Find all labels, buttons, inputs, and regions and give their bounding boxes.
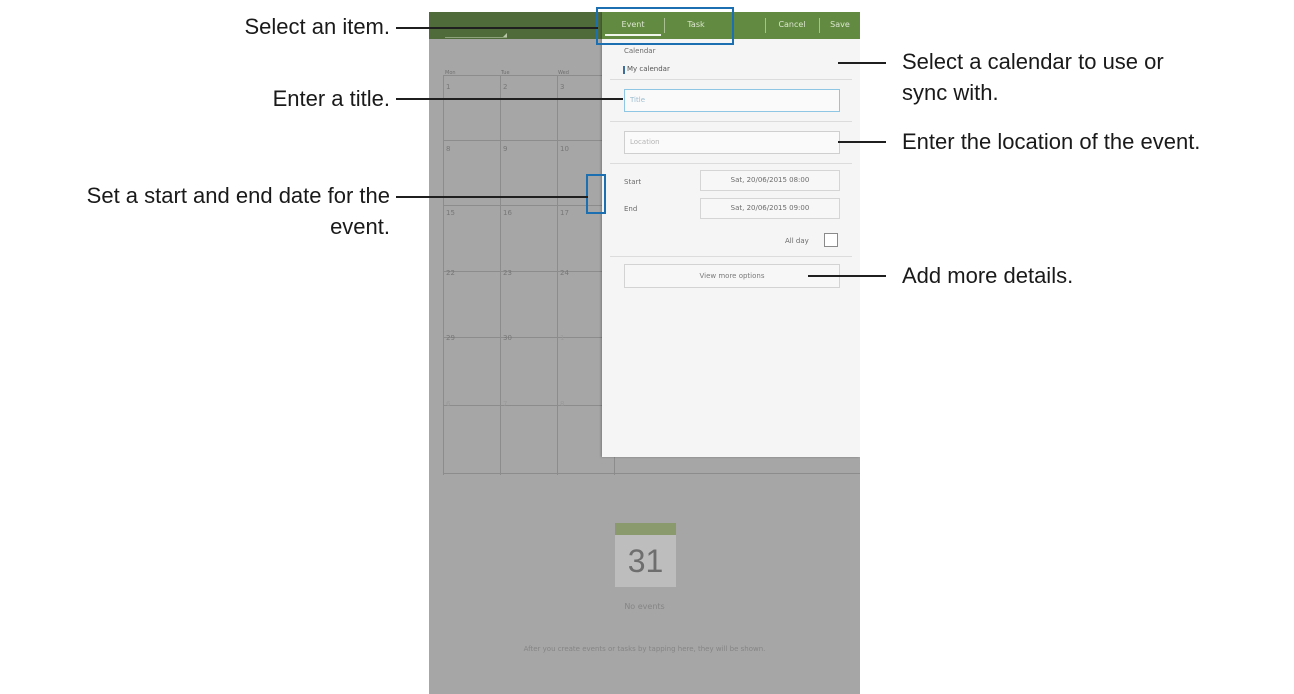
all-day-checkbox[interactable]	[824, 233, 838, 247]
callout-select-calendar-line1: Select a calendar to use or	[902, 49, 1164, 74]
day-cell-number[interactable]: 1	[446, 83, 450, 91]
calendar-marker	[623, 66, 625, 74]
callout-select-item: Select an item.	[244, 14, 390, 39]
start-date-button[interactable]: Sat, 20/06/2015 08:00	[700, 170, 840, 191]
day-cell-number[interactable]: 9	[503, 145, 507, 153]
callout-select-calendar-line2: sync with.	[902, 80, 999, 105]
day-cell-number[interactable]: 22	[446, 269, 455, 277]
calendar-value: My calendar	[627, 65, 670, 73]
save-button[interactable]: Save	[820, 12, 860, 39]
no-events-title: No events	[624, 602, 665, 611]
leader-line	[808, 275, 886, 277]
calendar-label: Calendar	[624, 47, 656, 55]
callout-set-dates-line1: Set a start and end date for the	[86, 183, 390, 208]
no-events-hint: After you create events or tasks by tapp…	[523, 645, 766, 653]
leader-line	[396, 27, 598, 29]
leader-line	[838, 62, 886, 64]
tabs-highlight-box	[596, 7, 734, 45]
callout-enter-location: Enter the location of the event.	[902, 129, 1201, 154]
day-cell-number[interactable]: 17	[560, 209, 569, 217]
calendar-day-icon: 31	[615, 523, 676, 587]
day-cell-number[interactable]: 29	[446, 334, 455, 342]
day-cell-number[interactable]: 8	[560, 400, 564, 408]
day-cell-number[interactable]: 8	[446, 145, 450, 153]
dates-highlight-box	[586, 174, 606, 214]
day-cell-number[interactable]: 2	[503, 83, 507, 91]
day-cell-number[interactable]: 23	[503, 269, 512, 277]
view-mode-spinner[interactable]	[445, 22, 507, 38]
calendar-screen: Mon Tue Wed 1 2 3 8 9 10 15 16 17 22 23 …	[429, 12, 860, 694]
callout-enter-title: Enter a title.	[272, 86, 390, 111]
leader-line	[396, 98, 623, 100]
end-label: End	[624, 205, 638, 213]
day-cell-number[interactable]: 7	[503, 400, 507, 408]
location-input[interactable]: Location	[624, 131, 840, 154]
callout-set-dates-line2: event.	[330, 214, 390, 239]
day-cell-number[interactable]: 6	[446, 400, 450, 408]
day-cell-number[interactable]: 1	[560, 334, 564, 342]
all-day-label: All day	[785, 237, 809, 245]
day-cell-number[interactable]: 16	[503, 209, 512, 217]
calendar-day-number: 31	[615, 535, 676, 587]
leader-line	[396, 196, 588, 198]
day-cell-number[interactable]: 24	[560, 269, 569, 277]
callout-add-details: Add more details.	[902, 263, 1074, 288]
end-date-button[interactable]: Sat, 20/06/2015 09:00	[700, 198, 840, 219]
cancel-button[interactable]: Cancel	[766, 12, 818, 39]
title-input[interactable]: Title	[624, 89, 840, 112]
day-cell-number[interactable]: 10	[560, 145, 569, 153]
day-cell-number[interactable]: 3	[560, 83, 564, 91]
day-cell-number[interactable]: 15	[446, 209, 455, 217]
leader-line	[838, 141, 886, 143]
create-event-popup: Event Task Cancel Save Calendar My calen…	[602, 12, 860, 457]
start-label: Start	[624, 178, 642, 186]
day-cell-number[interactable]: 30	[503, 334, 512, 342]
